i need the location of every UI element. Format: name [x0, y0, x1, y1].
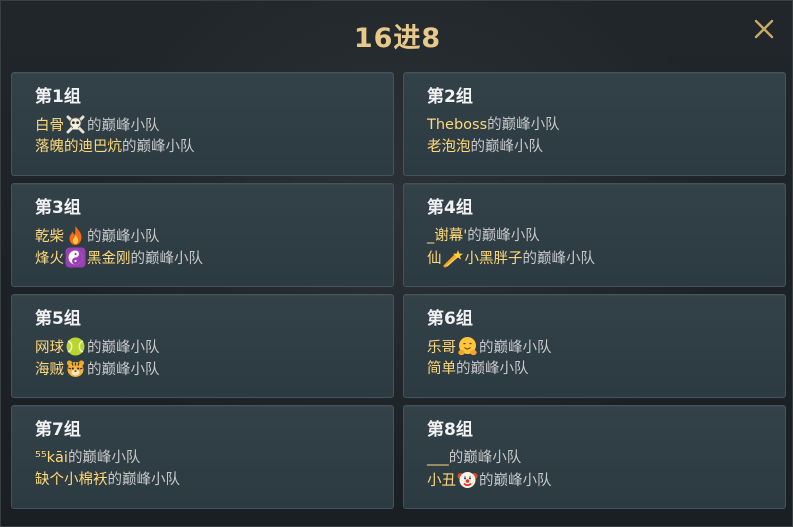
player-name: 缺个小棉袄	[35, 472, 108, 488]
dialog-header: 16进8	[1, 1, 793, 63]
player-name: 老泡泡	[427, 139, 471, 155]
group-card-2[interactable]: 第2组 Theboss的巅峰小队 老泡泡的巅峰小队	[403, 72, 786, 176]
player-name: 白骨	[35, 118, 64, 134]
group-title: 第5组	[35, 309, 81, 329]
skull-crossbones-icon	[65, 114, 86, 135]
tennis-ball-icon	[65, 336, 86, 357]
player-name: 烽火	[35, 251, 64, 267]
group-card-6[interactable]: 第6组 乐哥 的巅峰小队 简单的巅峰小队	[403, 294, 786, 398]
team-entry[interactable]: 老泡泡的巅峰小队	[427, 136, 785, 158]
team-suffix: 的巅峰小队	[479, 340, 552, 356]
group-card-4[interactable]: 第4组 _谢幕'的巅峰小队 仙小黑胖子的巅峰小队	[403, 183, 786, 287]
fire-icon	[65, 225, 86, 246]
team-entry[interactable]: 简单的巅峰小队	[427, 358, 785, 380]
group-title: 第4组	[427, 198, 473, 218]
player-name: ___	[427, 450, 449, 466]
player-name: 落魄的迪巴炕	[35, 139, 122, 155]
player-name: 仙	[427, 251, 442, 267]
team-entry[interactable]: ⁵⁵kāi的巅峰小队	[35, 447, 393, 469]
team-suffix: 的巅峰小队	[87, 340, 160, 356]
team-suffix: 的巅峰小队	[67, 450, 141, 466]
team-entry[interactable]: 白骨 的巅峰小队	[35, 114, 393, 136]
group-title: 第3组	[35, 198, 81, 218]
team-suffix: 的巅峰小队	[87, 118, 160, 134]
team-suffix: 的巅峰小队	[87, 362, 160, 378]
player-name: 小丑	[427, 473, 456, 489]
team-entry[interactable]: 仙 小黑胖子的巅峰小队	[427, 247, 785, 269]
player-name: 乾柴	[35, 229, 64, 245]
team-entry[interactable]: Theboss的巅峰小队	[427, 114, 785, 136]
group-card-3[interactable]: 第3组 乾柴 的巅峰小队 烽火 黑金刚的巅峰小队	[11, 183, 394, 287]
team-suffix: 的巅峰小队	[448, 450, 522, 466]
player-name-suffix: 小黑胖子	[464, 251, 523, 267]
close-icon[interactable]	[748, 13, 780, 45]
team-suffix: 的巅峰小队	[522, 251, 596, 267]
team-entry[interactable]: 乾柴 的巅峰小队	[35, 225, 393, 247]
group-title: 第6组	[427, 309, 473, 329]
team-suffix: 的巅峰小队	[479, 473, 552, 489]
team-entry[interactable]: 海贼 的巅峰小队	[35, 358, 393, 380]
team-entry[interactable]: 落魄的迪巴炕的巅峰小队	[35, 136, 393, 158]
shooting-star-icon	[443, 247, 464, 268]
hugging-face-icon	[457, 336, 478, 357]
group-title: 第1组	[35, 87, 81, 107]
tiger-face-icon	[65, 358, 86, 379]
team-entry[interactable]: 缺个小棉袄的巅峰小队	[35, 469, 393, 491]
player-name: 乐哥	[427, 340, 456, 356]
player-name: Theboss	[427, 117, 488, 133]
group-card-7[interactable]: 第7组 ⁵⁵kāi的巅峰小队 缺个小棉袄的巅峰小队	[11, 405, 394, 509]
player-name: 网球	[35, 340, 64, 356]
player-name: 简单	[427, 361, 456, 377]
team-suffix: 的巅峰小队	[122, 139, 195, 155]
team-suffix: 的巅峰小队	[487, 117, 560, 133]
team-entry[interactable]: 网球 的巅峰小队	[35, 336, 393, 358]
group-title: 第8组	[427, 420, 473, 440]
dialog-title: 16进8	[353, 23, 442, 54]
team-entry[interactable]: 乐哥 的巅峰小队	[427, 336, 785, 358]
group-grid: 第1组 白骨 的巅峰小队 落魄的迪巴炕的巅峰小队 第2组 Theboss的巅峰小队…	[11, 72, 786, 509]
team-entry[interactable]: 小丑 的巅峰小队	[427, 469, 785, 491]
group-title: 第2组	[427, 87, 473, 107]
team-entry[interactable]: ___的巅峰小队	[427, 447, 785, 469]
team-suffix: 的巅峰小队	[467, 228, 540, 244]
team-entry[interactable]: _谢幕'的巅峰小队	[427, 225, 785, 247]
team-entry[interactable]: 烽火 黑金刚的巅峰小队	[35, 247, 393, 269]
group-title: 第7组	[35, 420, 81, 440]
group-card-8[interactable]: 第8组 ___的巅峰小队 小丑 的巅峰小队	[403, 405, 786, 509]
team-suffix: 的巅峰小队	[470, 139, 544, 155]
group-card-5[interactable]: 第5组 网球 的巅峰小队 海贼 的巅峰小队	[11, 294, 394, 398]
bracket-dialog: 16进8 第1组 白骨 的巅峰小队 落魄的迪巴炕的巅峰小队 第2组 Theboss…	[0, 0, 793, 527]
team-suffix: 的巅峰小队	[456, 361, 529, 377]
player-name: ⁵⁵kāi	[35, 450, 68, 466]
player-name-suffix: 黑金刚	[87, 251, 131, 267]
player-name: _谢幕'	[427, 228, 468, 244]
team-suffix: 的巅峰小队	[130, 251, 204, 267]
team-suffix: 的巅峰小队	[107, 472, 181, 488]
group-card-1[interactable]: 第1组 白骨 的巅峰小队 落魄的迪巴炕的巅峰小队	[11, 72, 394, 176]
player-name: 海贼	[35, 362, 64, 378]
clown-face-icon	[457, 469, 478, 490]
yin-yang-icon	[65, 247, 86, 268]
team-suffix: 的巅峰小队	[87, 229, 160, 245]
